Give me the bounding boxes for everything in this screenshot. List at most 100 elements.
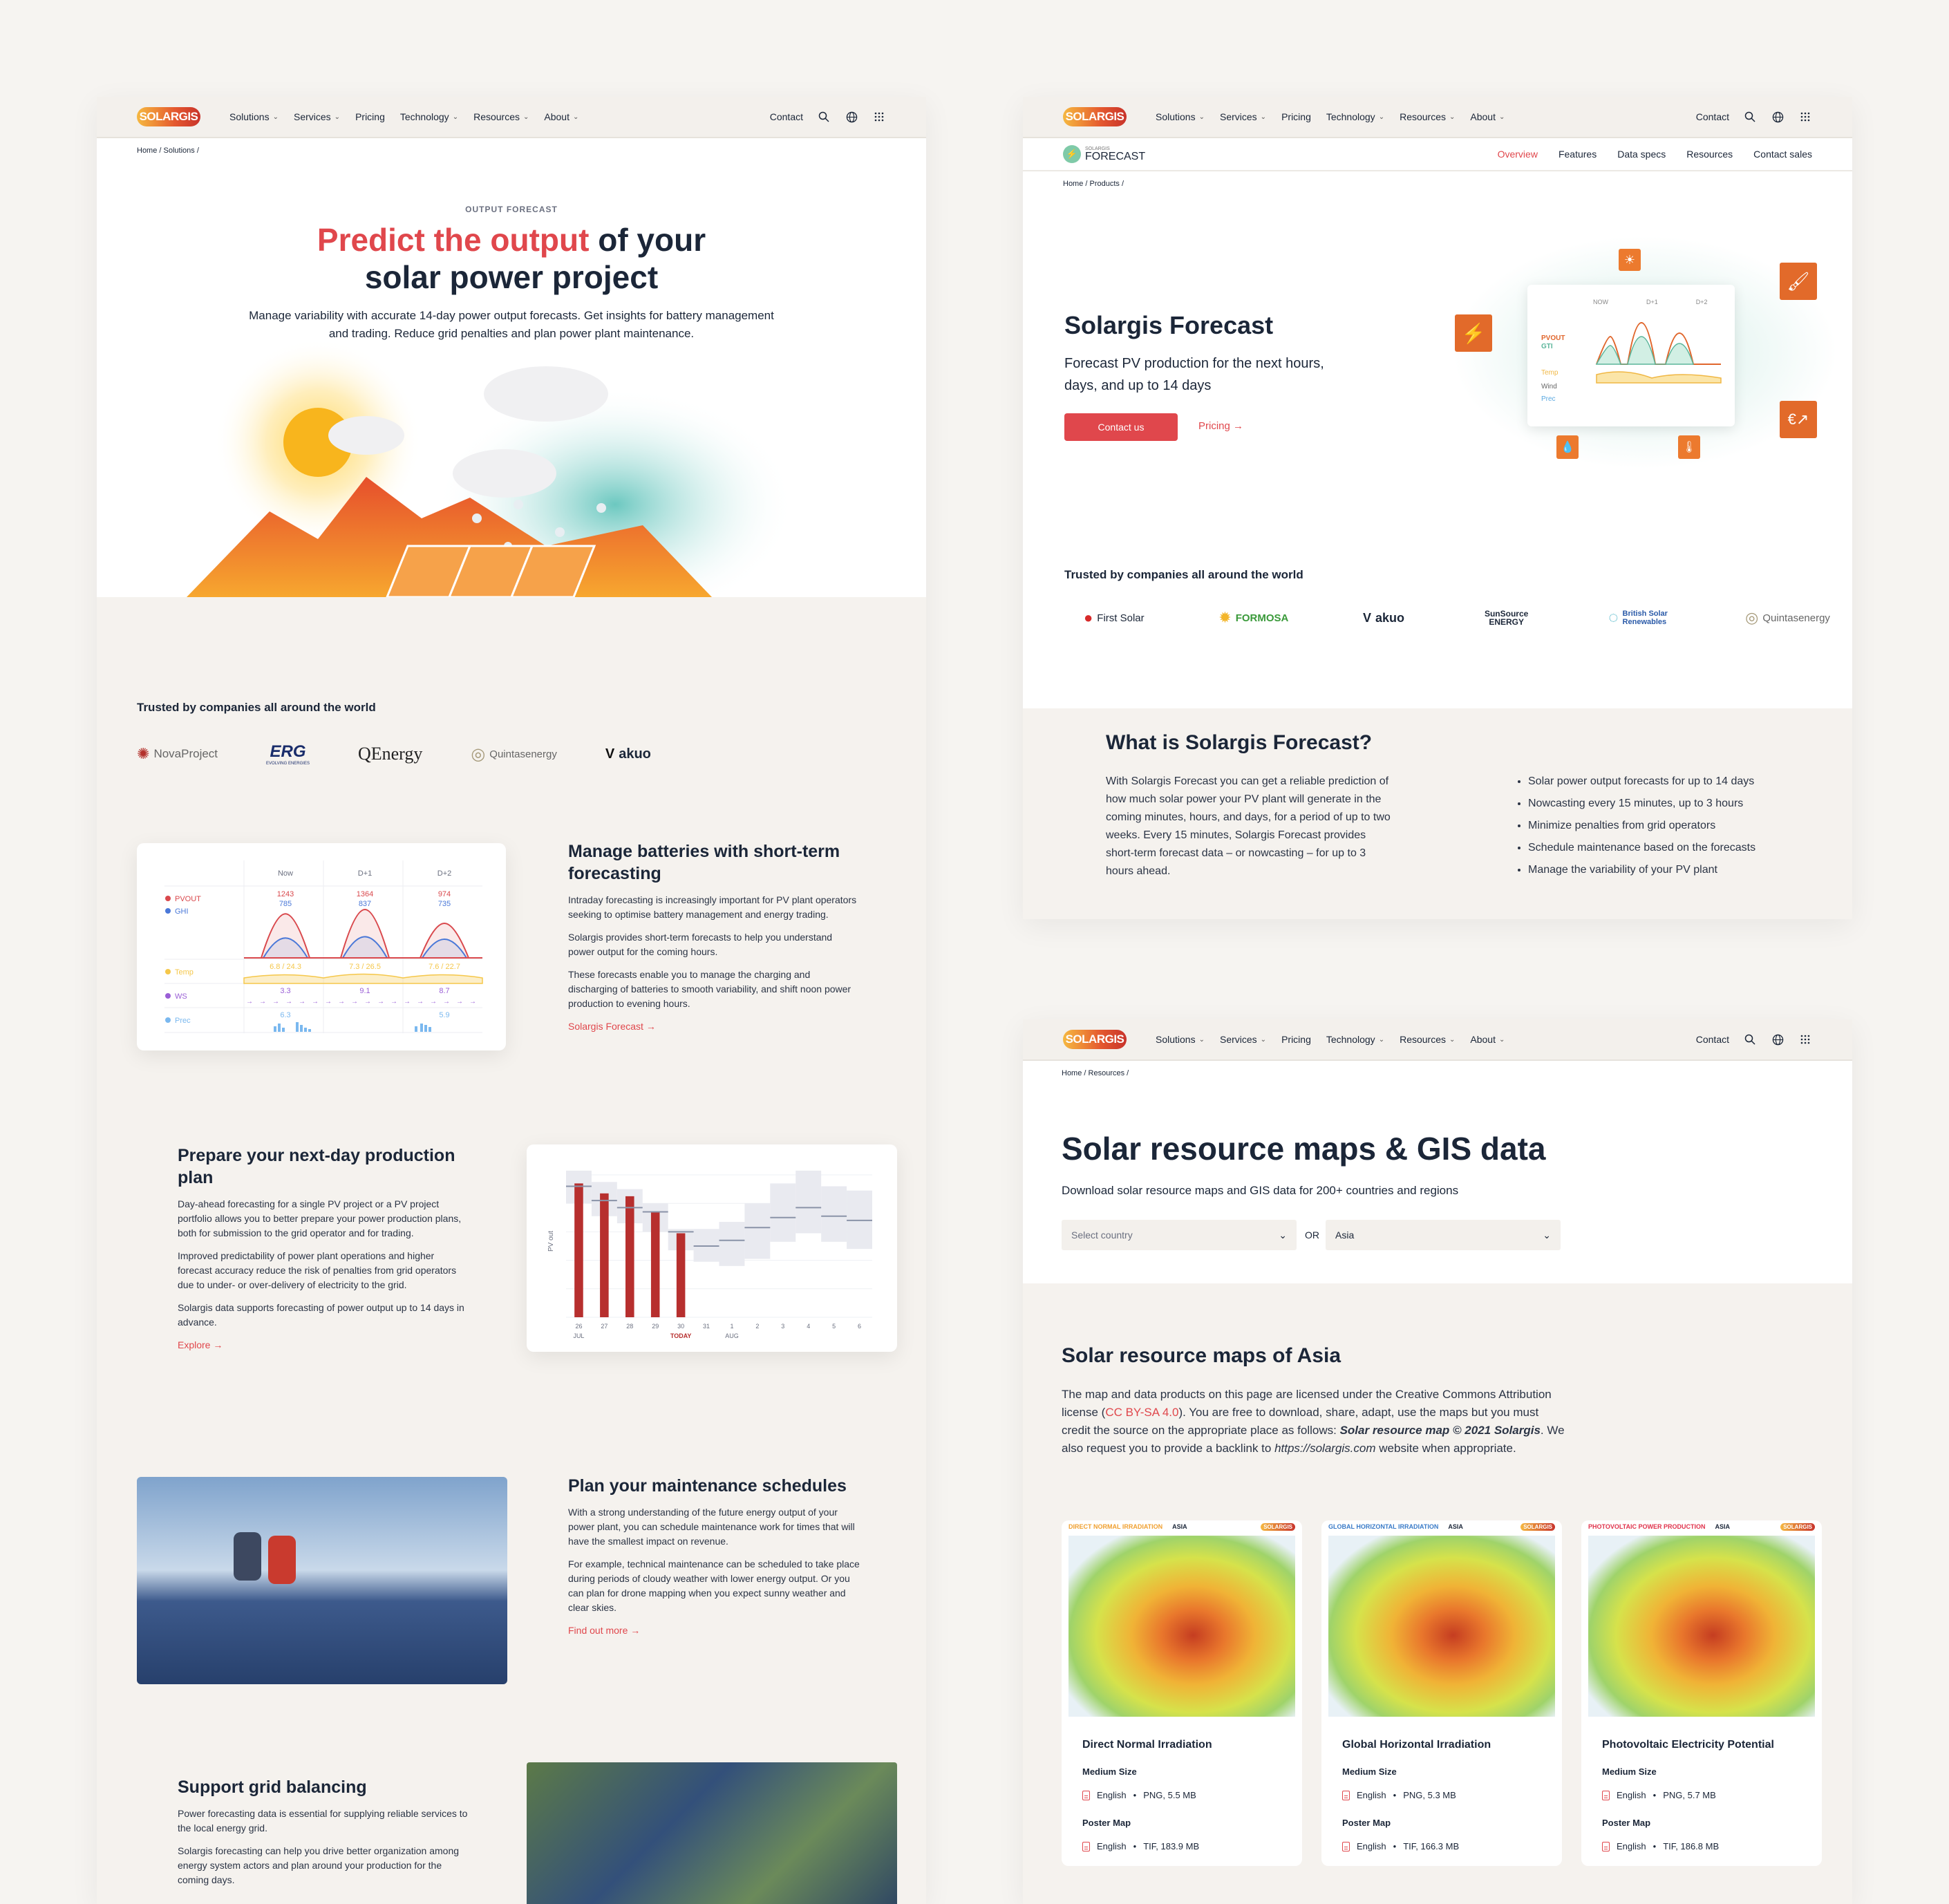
ws-value: 3.3 [280, 987, 290, 995]
chevron-down-icon: ⌄ [272, 113, 279, 121]
contact-link[interactable]: Contact [1696, 1034, 1729, 1045]
section-paragraph: Improved predictability of power plant o… [178, 1250, 457, 1290]
product-title: Solargis Forecast [1064, 311, 1274, 339]
benefit-list: Solar power output forecasts for up to 1… [1517, 773, 1793, 883]
nav-item-services[interactable]: Services ⌄ [1220, 1034, 1266, 1045]
nav-item-resources[interactable]: Resources ⌄ [1400, 1034, 1455, 1045]
solargis-logo[interactable]: SOLARGIS [1063, 1030, 1127, 1049]
download-poster-link[interactable]: English • TIF, 183.9 MB [1082, 1841, 1199, 1851]
download-medium-link[interactable]: English • PNG, 5.5 MB [1082, 1790, 1196, 1800]
apps-grid-icon[interactable] [1798, 1033, 1812, 1046]
download-poster-link[interactable]: English • TIF, 186.8 MB [1602, 1841, 1719, 1851]
apps-grid-icon[interactable] [1798, 110, 1812, 124]
breadcrumb-solutions[interactable]: Solutions [164, 147, 195, 155]
contact-link[interactable]: Contact [770, 111, 803, 122]
globe-icon[interactable] [1771, 110, 1785, 124]
search-icon[interactable] [1743, 1033, 1757, 1046]
nav-item-pricing[interactable]: Pricing [1281, 1034, 1311, 1045]
contact-us-button[interactable]: Contact us [1064, 413, 1178, 441]
logo-quintasenergy: ◎ Quintasenergy [471, 744, 557, 764]
cc-license-link[interactable]: CC BY-SA 4.0 [1105, 1406, 1178, 1419]
temp-curve [243, 973, 483, 984]
nav-item-pricing[interactable]: Pricing [1281, 111, 1311, 122]
wind-arrow-icon: → [456, 998, 463, 1006]
nav-item-resources[interactable]: Resources ⌄ [1400, 111, 1455, 122]
solargis-logo[interactable]: SOLARGIS [137, 107, 200, 126]
hero-subtitle: Manage variability with accurate 14-day … [249, 309, 774, 340]
explore-link[interactable]: Explore → [178, 1339, 223, 1350]
x-sublabel: JUL [573, 1332, 584, 1339]
nav-item-about[interactable]: About ⌄ [544, 111, 578, 122]
ghi-value: 785 [279, 900, 292, 908]
apps-grid-icon[interactable] [872, 110, 886, 124]
wind-arrow-icon: → [246, 998, 253, 1006]
breadcrumb-home[interactable]: Home [1063, 180, 1083, 188]
subnav-data-specs[interactable]: Data specs [1617, 149, 1666, 160]
find-out-more-link[interactable]: Find out more → [568, 1625, 640, 1636]
column-label: D+1 [358, 869, 373, 878]
search-icon[interactable] [817, 110, 831, 124]
illustration-column-label: D+2 [1695, 299, 1708, 305]
prec-value: 5.9 [439, 1011, 449, 1019]
wind-arrow-icon: → [430, 998, 437, 1006]
download-poster-link[interactable]: English • TIF, 166.3 MB [1342, 1841, 1459, 1851]
globe-icon[interactable] [1771, 1033, 1785, 1046]
asia-maps-title: Solar resource maps of Asia [1062, 1344, 1341, 1367]
contact-link[interactable]: Contact [1696, 111, 1729, 122]
nav-item-services[interactable]: Services ⌄ [294, 111, 340, 122]
solargis-forecast-link[interactable]: Solargis Forecast → [568, 1021, 656, 1032]
nav-item-technology[interactable]: Technology ⌄ [400, 111, 458, 122]
breadcrumb: Home / Solutions / [137, 147, 199, 155]
forecast-band [847, 1190, 872, 1250]
wind-arrow-icon: → [338, 998, 345, 1006]
map-preview-image[interactable] [1328, 1536, 1555, 1717]
thermometer-icon: 🌡 [1678, 435, 1700, 459]
breadcrumb-products[interactable]: Products [1090, 180, 1120, 188]
subnav-overview[interactable]: Overview [1498, 149, 1538, 160]
pvout-legend-dot [165, 896, 171, 901]
map-card: DIRECT NORMAL IRRADIATION ASIA SOLARGIS … [1062, 1520, 1302, 1866]
download-medium-link[interactable]: English • PNG, 5.7 MB [1602, 1790, 1716, 1800]
brush-icon: 🖌 [1780, 263, 1817, 300]
x-tick-label: 31 [703, 1323, 710, 1330]
nav-item-solutions[interactable]: Solutions ⌄ [1156, 1034, 1205, 1045]
map-preview-image[interactable] [1588, 1536, 1815, 1717]
globe-icon[interactable] [845, 110, 858, 124]
nav-item-technology[interactable]: Technology ⌄ [1326, 111, 1384, 122]
subnav-resources[interactable]: Resources [1686, 149, 1733, 160]
solar-maps-page: SOLARGIS Solutions ⌄ Services ⌄ Pricing Techn… [1023, 1019, 1852, 1904]
nav-item-about[interactable]: About ⌄ [1470, 1034, 1505, 1045]
map-preview-image[interactable] [1068, 1536, 1295, 1717]
country-select[interactable]: Select country ⌄ [1062, 1220, 1297, 1250]
chevron-down-icon: ⌄ [1543, 1229, 1551, 1241]
nav-item-services[interactable]: Services ⌄ [1220, 111, 1266, 122]
chevron-down-icon: ⌄ [572, 113, 579, 121]
breadcrumb-home[interactable]: Home [1062, 1069, 1082, 1077]
region-select[interactable]: Asia ⌄ [1326, 1220, 1561, 1250]
subnav-features[interactable]: Features [1559, 149, 1597, 160]
nav-item-pricing[interactable]: Pricing [355, 111, 385, 122]
forecast-product-logo[interactable]: ⚡ SOLARGIS FORECAST [1063, 145, 1145, 163]
medium-size-label: Medium Size [1082, 1766, 1137, 1777]
breadcrumb-resources[interactable]: Resources [1089, 1069, 1125, 1077]
breadcrumb-home[interactable]: Home [137, 147, 157, 155]
nav-item-solutions[interactable]: Solutions ⌄ [229, 111, 279, 122]
section-title: Prepare your next-day production plan [178, 1146, 455, 1187]
solargis-logo[interactable]: SOLARGIS [1063, 107, 1127, 126]
nav-item-technology[interactable]: Technology ⌄ [1326, 1034, 1384, 1045]
poster-map-label: Poster Map [1342, 1818, 1391, 1828]
search-icon[interactable] [1743, 110, 1757, 124]
file-icon [1342, 1841, 1350, 1851]
nav-item-solutions[interactable]: Solutions ⌄ [1156, 111, 1205, 122]
pricing-link[interactable]: Pricing → [1198, 420, 1243, 432]
maintenance-photo [137, 1477, 507, 1684]
actual-bar [574, 1183, 583, 1317]
nav-item-about[interactable]: About ⌄ [1470, 111, 1505, 122]
actual-bar [600, 1193, 609, 1317]
chevron-down-icon: ⌄ [523, 113, 529, 121]
nav-item-resources[interactable]: Resources ⌄ [473, 111, 529, 122]
product-subtitle: Forecast PV production for the next hour… [1064, 356, 1324, 393]
prec-bar [420, 1024, 423, 1032]
subnav-contact-sales[interactable]: Contact sales [1753, 149, 1812, 160]
download-medium-link[interactable]: English • PNG, 5.3 MB [1342, 1790, 1456, 1800]
